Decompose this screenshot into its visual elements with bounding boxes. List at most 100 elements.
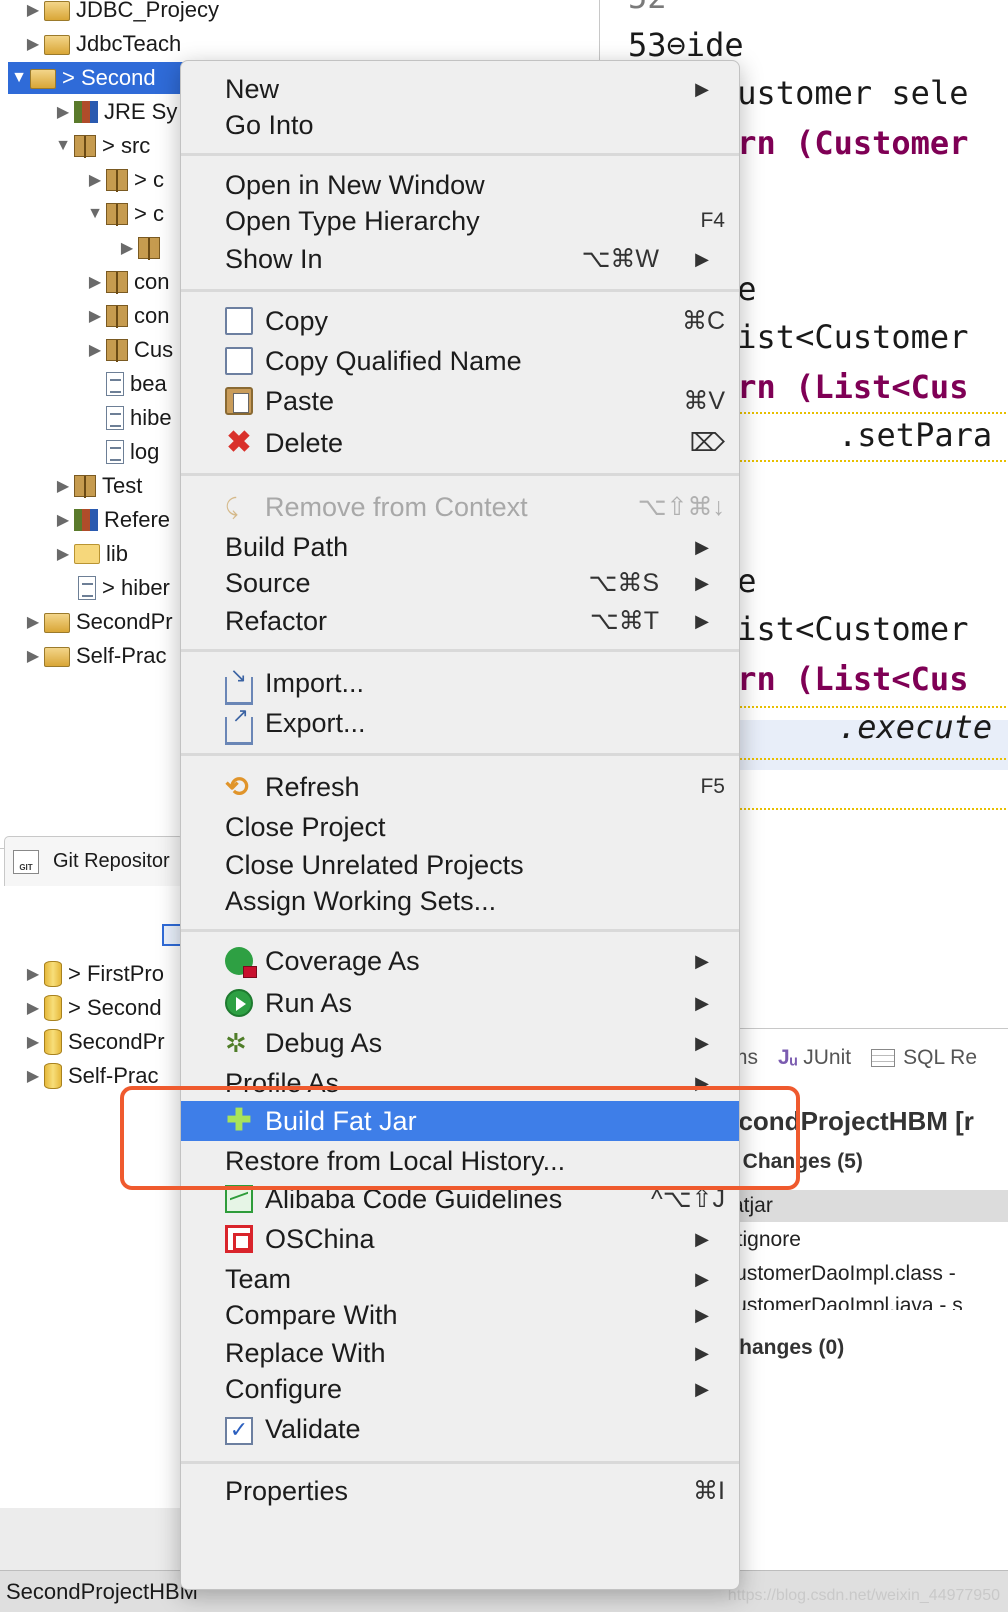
menu-item-validate[interactable]: ✓ Validate xyxy=(181,1409,739,1449)
staging-file-row[interactable]: atjar xyxy=(720,1190,1008,1222)
collapse-arrow-icon[interactable]: ▼ xyxy=(84,205,106,223)
expand-arrow-icon[interactable]: ▶ xyxy=(22,612,44,632)
tree-item-jre[interactable]: ▶ JRE Sy xyxy=(52,96,178,128)
menu-item-export[interactable]: Export... xyxy=(181,703,739,745)
tree-item-src[interactable]: ▼ > src xyxy=(52,130,150,162)
submenu-arrow-icon: ▶ xyxy=(695,572,709,593)
repository-icon xyxy=(44,1029,62,1055)
menu-item-close-project[interactable]: Close Project xyxy=(181,807,739,847)
tree-item-referenced-libraries[interactable]: ▶ Refere xyxy=(52,504,170,536)
expand-arrow-icon[interactable]: ▶ xyxy=(84,272,106,292)
staging-file-row[interactable]: CustomerDaoImpl.class - xyxy=(720,1258,1008,1290)
git-icon: GIT xyxy=(13,849,39,874)
expand-arrow-icon[interactable]: ▶ xyxy=(84,170,106,190)
menu-item-show-in[interactable]: Show In ⌥⌘W ▶ xyxy=(181,239,739,279)
tree-item-project[interactable]: ▶ SecondPr xyxy=(22,606,173,638)
tree-item-package[interactable]: ▼ > c xyxy=(84,198,164,230)
tree-item-package[interactable]: ▶ con xyxy=(84,266,169,298)
expand-arrow-icon[interactable]: ▶ xyxy=(84,340,106,360)
menu-item-refactor[interactable]: Refactor ⌥⌘T ▶ xyxy=(181,601,739,641)
menu-item-open-type-hierarchy[interactable]: Open Type Hierarchy F4 xyxy=(181,201,739,241)
package-icon xyxy=(106,271,128,294)
tab-sql-results[interactable]: SQL Re xyxy=(871,1046,977,1070)
tree-item-java-file[interactable]: ▶ xyxy=(116,232,166,264)
tree-item-jdbcteach[interactable]: ▶ JdbcTeach xyxy=(22,28,181,60)
file-icon xyxy=(106,440,124,464)
tree-item-package[interactable]: ▶ Cus xyxy=(84,334,173,366)
tree-item-file[interactable]: hibe xyxy=(106,402,172,434)
expand-arrow-icon[interactable]: ▶ xyxy=(52,510,74,530)
view-tabs: ms Jᵤ JUnit SQL Re xyxy=(730,1046,977,1070)
package-icon xyxy=(106,203,128,226)
run-icon xyxy=(225,989,253,1017)
expand-arrow-icon[interactable]: ▶ xyxy=(22,646,44,666)
expand-arrow-icon[interactable]: ▶ xyxy=(22,0,44,20)
git-repositories-tab[interactable]: GIT Git Repositor xyxy=(4,836,184,886)
tree-item-file[interactable]: > hiber xyxy=(78,572,170,604)
menu-item-delete[interactable]: ✖ Delete ⌦ xyxy=(181,423,739,463)
menu-item-properties[interactable]: Properties ⌘I xyxy=(181,1471,739,1511)
menu-separator xyxy=(181,153,739,156)
submenu-arrow-icon: ▶ xyxy=(695,1228,709,1249)
tree-item-file[interactable]: log xyxy=(106,436,159,468)
expand-arrow-icon[interactable]: ▶ xyxy=(22,1032,44,1052)
menu-item-run-as[interactable]: Run As ▶ xyxy=(181,983,739,1023)
source-folder-icon xyxy=(74,475,96,498)
menu-separator xyxy=(181,929,739,932)
staging-file-row[interactable]: itignore xyxy=(720,1224,1008,1256)
tree-item-jdbc-projecy[interactable]: ▶ JDBC_Projecy xyxy=(22,0,219,26)
line-number: 52 xyxy=(628,0,667,16)
staging-file-row[interactable]: CustomerDaoImpl.java - s xyxy=(720,1292,1008,1310)
expand-arrow-icon[interactable]: ▶ xyxy=(116,238,138,258)
collapse-arrow-icon[interactable]: ▼ xyxy=(8,69,30,87)
repository-icon xyxy=(44,1063,62,1089)
menu-item-copy[interactable]: Copy ⌘C xyxy=(181,301,739,341)
tree-item-test[interactable]: ▶ Test xyxy=(52,470,142,502)
menu-item-close-unrelated-projects[interactable]: Close Unrelated Projects xyxy=(181,845,739,885)
menu-item-source[interactable]: Source ⌥⌘S ▶ xyxy=(181,563,739,603)
tree-item-file[interactable]: bea xyxy=(106,368,167,400)
git-repo-item[interactable]: ▶ SecondPr xyxy=(22,1026,165,1058)
expand-arrow-icon[interactable]: ▶ xyxy=(22,1066,44,1086)
menu-item-paste[interactable]: Paste ⌘V xyxy=(181,381,739,421)
menu-item-assign-working-sets[interactable]: Assign Working Sets... xyxy=(181,881,739,921)
warning-underline xyxy=(720,758,1008,760)
git-repo-item[interactable]: ▶ > FirstPro xyxy=(22,958,164,990)
staged-changes-header[interactable]: Changes (0) xyxy=(724,1336,844,1360)
expand-arrow-icon[interactable]: ▶ xyxy=(84,306,106,326)
menu-item-refresh[interactable]: ⟲ Refresh F5 xyxy=(181,767,739,807)
menu-item-go-into[interactable]: Go Into xyxy=(181,105,739,145)
menu-item-team[interactable]: Team ▶ xyxy=(181,1259,739,1299)
expand-arrow-icon[interactable]: ▶ xyxy=(22,964,44,984)
menu-item-import[interactable]: Import... xyxy=(181,663,739,705)
tree-item-package[interactable]: ▶ con xyxy=(84,300,169,332)
tab-junit[interactable]: Jᵤ JUnit xyxy=(778,1046,851,1070)
menu-item-open-new-window[interactable]: Open in New Window xyxy=(181,165,739,205)
file-icon xyxy=(106,372,124,396)
collapse-arrow-icon[interactable]: ▼ xyxy=(52,137,74,155)
status-selection: SecondProjectHBM xyxy=(6,1579,198,1604)
menu-item-replace-with[interactable]: Replace With ▶ xyxy=(181,1333,739,1373)
git-repo-item[interactable]: ▶ > Second xyxy=(22,992,162,1024)
expand-arrow-icon[interactable]: ▶ xyxy=(52,476,74,496)
tree-item-project[interactable]: ▶ Self-Prac xyxy=(22,640,167,672)
menu-item-build-path[interactable]: Build Path ▶ xyxy=(181,527,739,567)
tree-item-lib[interactable]: ▶ lib xyxy=(52,538,128,570)
expand-arrow-icon[interactable]: ▶ xyxy=(22,998,44,1018)
menu-item-configure[interactable]: Configure ▶ xyxy=(181,1369,739,1409)
menu-item-debug-as[interactable]: ✲ Debug As ▶ xyxy=(181,1023,739,1063)
import-icon xyxy=(225,663,253,705)
menu-item-new[interactable]: New ▶ xyxy=(181,69,739,109)
junit-icon: Jᵤ xyxy=(778,1046,804,1069)
tree-item-package[interactable]: ▶ > c xyxy=(84,164,164,196)
menu-item-copy-qualified-name[interactable]: Copy Qualified Name xyxy=(181,341,739,381)
collapse-all-icon[interactable] xyxy=(162,924,182,946)
expand-arrow-icon[interactable]: ▶ xyxy=(52,102,74,122)
code-line: List<Customer xyxy=(718,610,969,648)
source-folder-icon xyxy=(74,135,96,158)
expand-arrow-icon[interactable]: ▶ xyxy=(52,544,74,564)
menu-item-coverage-as[interactable]: Coverage As ▶ xyxy=(181,941,739,981)
menu-item-oschina[interactable]: OSChina ▶ xyxy=(181,1219,739,1259)
expand-arrow-icon[interactable]: ▶ xyxy=(22,34,44,54)
menu-item-compare-with[interactable]: Compare With ▶ xyxy=(181,1295,739,1335)
